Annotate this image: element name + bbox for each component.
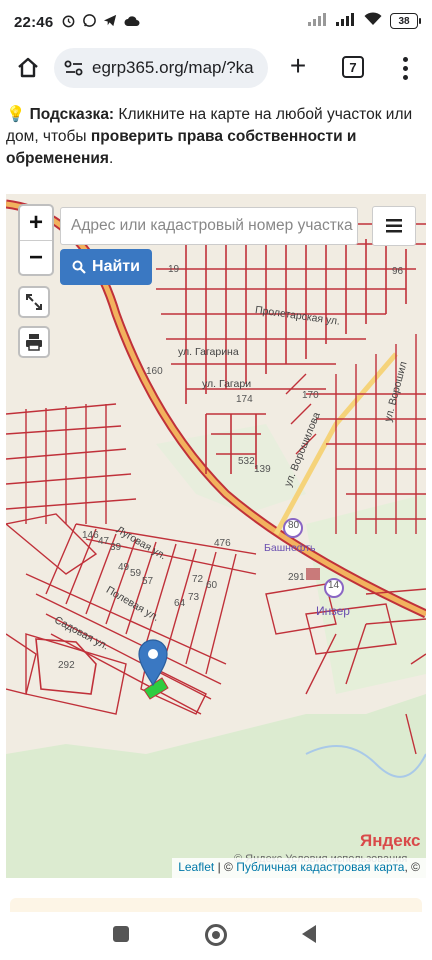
- map-canvas[interactable]: [6, 194, 426, 878]
- plot-number: 57: [142, 576, 154, 587]
- attribution-tail: , ©: [404, 860, 420, 874]
- plot-number: 59: [130, 568, 142, 579]
- print-icon: [26, 334, 42, 351]
- menu-icon: [386, 219, 402, 233]
- plot-number: 73: [188, 592, 200, 603]
- attribution-sep: | ©: [214, 860, 237, 874]
- alarm-icon: [61, 13, 76, 32]
- plot-number: 292: [58, 660, 75, 671]
- plot-number: 146: [82, 530, 99, 541]
- recent-apps-button[interactable]: [113, 926, 129, 942]
- fullscreen-button[interactable]: [18, 286, 50, 318]
- plot-number: 96: [392, 266, 404, 277]
- street-label: ул. Гагарина: [178, 346, 239, 358]
- zoom-control: + −: [18, 204, 54, 276]
- plot-number: 47: [98, 536, 110, 547]
- zoom-out-button[interactable]: −: [20, 240, 52, 274]
- layers-button[interactable]: [372, 206, 416, 246]
- plot-number: 174: [236, 394, 253, 405]
- home-nav-button[interactable]: [205, 924, 227, 946]
- map-attribution: Leaflet | © Публичная кадастровая карта,…: [172, 858, 426, 878]
- hint-label: Подсказка:: [29, 106, 115, 123]
- map-view[interactable]: 19 90 96 160 174 170 532 139 476 291 292…: [6, 194, 426, 878]
- street-label: ул. Гагари: [202, 378, 252, 390]
- lightbulb-icon: 💡: [6, 106, 26, 123]
- plot-number: 14: [328, 580, 340, 591]
- cadastral-link[interactable]: Публичная кадастровая карта: [236, 860, 404, 874]
- tab-switcher-button[interactable]: 7: [342, 56, 364, 78]
- cloud-icon: [124, 14, 140, 31]
- find-button-label: Найти: [92, 258, 140, 275]
- telegram-icon: [103, 13, 118, 32]
- plot-number: 64: [174, 598, 186, 609]
- find-button[interactable]: Найти: [60, 249, 152, 285]
- wifi-icon: [364, 12, 382, 30]
- print-button[interactable]: [18, 326, 50, 358]
- plot-number: 139: [254, 464, 271, 475]
- hint-text: 💡 Подсказка: Кликните на карте на любой …: [6, 104, 426, 170]
- whatsapp-icon: [82, 13, 97, 32]
- address-bar[interactable]: egrp365.org/map/?ka: [54, 48, 268, 88]
- plot-number: 60: [206, 580, 218, 591]
- system-navbar: [0, 912, 432, 960]
- site-settings-icon: [64, 60, 83, 76]
- search-input[interactable]: Адрес или кадастровый номер участка: [60, 207, 358, 245]
- status-time: 22:46: [14, 13, 54, 31]
- plot-number: 80: [288, 520, 300, 531]
- signal-icon: [336, 12, 356, 30]
- plot-number: 72: [192, 574, 204, 585]
- fullscreen-icon: [26, 294, 42, 310]
- plot-number: 532: [238, 456, 255, 467]
- plot-number: 19: [168, 264, 180, 275]
- browser-toolbar: egrp365.org/map/?ka + 7: [0, 44, 432, 92]
- back-button[interactable]: [302, 925, 316, 943]
- search-icon: [72, 260, 86, 274]
- signal-icon: [308, 12, 328, 30]
- plot-number: 160: [146, 366, 163, 377]
- plot-number: 476: [214, 538, 231, 549]
- battery-level: 38: [398, 15, 410, 27]
- url-text: egrp365.org/map/?ka: [92, 58, 254, 77]
- new-tab-button[interactable]: +: [284, 52, 312, 82]
- hint-text-2: .: [108, 150, 114, 167]
- poi-label: Башнефть: [264, 542, 316, 554]
- browser-menu-button[interactable]: [396, 54, 414, 82]
- yandex-logo: Яндекс: [360, 831, 421, 850]
- home-icon: [18, 57, 38, 78]
- leaflet-link[interactable]: Leaflet: [178, 860, 214, 874]
- plot-number: 170: [302, 390, 319, 401]
- status-bar: 22:46 38: [0, 0, 432, 44]
- zoom-in-button[interactable]: +: [20, 206, 52, 240]
- plot-number: 291: [288, 572, 305, 583]
- plot-number: 39: [110, 542, 122, 553]
- plot-number: 49: [118, 562, 130, 573]
- poi-label: Инзер: [316, 604, 350, 618]
- battery-icon: 38: [390, 13, 421, 29]
- home-button[interactable]: [14, 54, 42, 82]
